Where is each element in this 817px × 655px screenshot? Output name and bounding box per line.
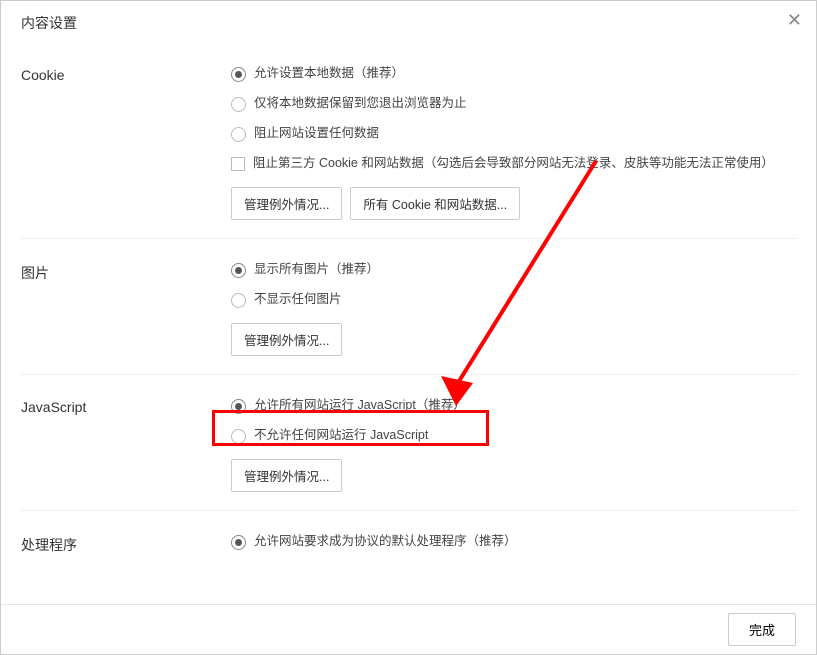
radio-label: 允许设置本地数据（推荐） [254,65,404,83]
section-label-javascript: JavaScript [21,397,231,492]
javascript-button-row: 管理例外情况... [231,459,796,492]
section-label-images: 图片 [21,261,231,356]
radio-icon [231,293,246,308]
radio-label: 仅将本地数据保留到您退出浏览器为止 [254,95,467,113]
radio-icon [231,263,246,278]
section-label-cookie: Cookie [21,65,231,220]
section-handlers: 处理程序 允许网站要求成为协议的默认处理程序（推荐） [21,511,796,573]
radio-label: 允许所有网站运行 JavaScript（推荐） [254,397,466,415]
cookie-radio-session[interactable]: 仅将本地数据保留到您退出浏览器为止 [231,95,796,113]
close-icon[interactable]: ✕ [787,11,802,29]
section-content-cookie: 允许设置本地数据（推荐） 仅将本地数据保留到您退出浏览器为止 阻止网站设置任何数… [231,65,796,220]
section-cookie: Cookie 允许设置本地数据（推荐） 仅将本地数据保留到您退出浏览器为止 阻止… [21,43,796,239]
handlers-radio-allow[interactable]: 允许网站要求成为协议的默认处理程序（推荐） [231,533,796,551]
images-radio-show[interactable]: 显示所有图片（推荐） [231,261,796,279]
radio-label: 不显示任何图片 [254,291,342,309]
radio-label: 允许网站要求成为协议的默认处理程序（推荐） [254,533,517,551]
radio-icon [231,429,246,444]
content-settings-modal: 内容设置 ✕ Cookie 允许设置本地数据（推荐） 仅将本地数据保留到您退出浏… [0,0,817,655]
cookie-checkbox-thirdparty[interactable]: 阻止第三方 Cookie 和网站数据（勾选后会导致部分网站无法登录、皮肤等功能无… [231,155,796,173]
radio-label: 阻止网站设置任何数据 [254,125,379,143]
section-images: 图片 显示所有图片（推荐） 不显示任何图片 管理例外情况... [21,239,796,375]
checkbox-icon [231,157,245,171]
radio-icon [231,535,246,550]
manage-exceptions-button[interactable]: 管理例外情况... [231,187,342,220]
cookie-button-row: 管理例外情况... 所有 Cookie 和网站数据... [231,187,796,220]
checkbox-label: 阻止第三方 Cookie 和网站数据（勾选后会导致部分网站无法登录、皮肤等功能无… [253,155,774,173]
section-content-javascript: 允许所有网站运行 JavaScript（推荐） 不允许任何网站运行 JavaSc… [231,397,796,492]
section-label-handlers: 处理程序 [21,533,231,555]
radio-icon [231,127,246,142]
radio-label: 显示所有图片（推荐） [254,261,379,279]
all-cookies-button[interactable]: 所有 Cookie 和网站数据... [350,187,520,220]
manage-exceptions-button[interactable]: 管理例外情况... [231,323,342,356]
radio-icon [231,97,246,112]
manage-exceptions-button[interactable]: 管理例外情况... [231,459,342,492]
section-content-handlers: 允许网站要求成为协议的默认处理程序（推荐） [231,533,796,555]
radio-label: 不允许任何网站运行 JavaScript [254,427,428,445]
modal-header: 内容设置 [1,1,816,43]
javascript-radio-block[interactable]: 不允许任何网站运行 JavaScript [231,427,796,445]
images-radio-hide[interactable]: 不显示任何图片 [231,291,796,309]
modal-body[interactable]: Cookie 允许设置本地数据（推荐） 仅将本地数据保留到您退出浏览器为止 阻止… [1,43,816,598]
javascript-radio-allow[interactable]: 允许所有网站运行 JavaScript（推荐） [231,397,796,415]
section-content-images: 显示所有图片（推荐） 不显示任何图片 管理例外情况... [231,261,796,356]
section-javascript: JavaScript 允许所有网站运行 JavaScript（推荐） 不允许任何… [21,375,796,511]
radio-icon [231,399,246,414]
images-button-row: 管理例外情况... [231,323,796,356]
modal-title: 内容设置 [21,15,77,31]
radio-icon [231,67,246,82]
cookie-radio-block[interactable]: 阻止网站设置任何数据 [231,125,796,143]
done-button[interactable]: 完成 [728,613,796,646]
cookie-radio-allow[interactable]: 允许设置本地数据（推荐） [231,65,796,83]
modal-footer: 完成 [1,604,816,654]
